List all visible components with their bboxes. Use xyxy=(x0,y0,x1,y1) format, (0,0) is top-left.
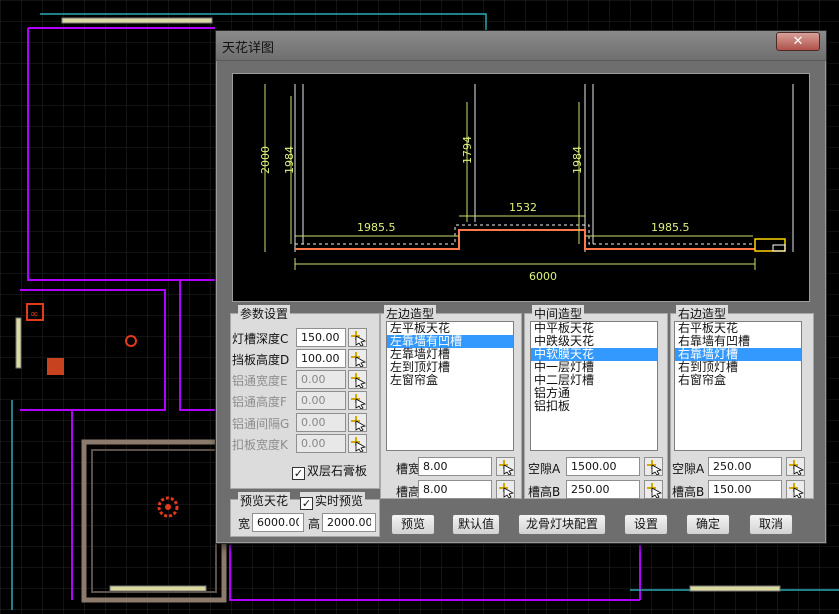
realtime-preview-label: 实时预览 xyxy=(315,494,364,508)
dim-left-width: 1985.5 xyxy=(357,221,396,234)
keel-light-config-button[interactable]: 龙骨灯块配置 xyxy=(518,514,606,535)
pick-point-icon[interactable] xyxy=(786,457,805,476)
dim-right-width: 1985.5 xyxy=(651,221,690,234)
pick-point-icon[interactable] xyxy=(644,457,663,476)
checkbox-checked-icon: ✓ xyxy=(300,497,313,510)
dialog-title: 天花详图 xyxy=(222,41,275,56)
pick-point-icon[interactable] xyxy=(348,349,367,368)
param-field-d[interactable] xyxy=(296,349,346,368)
left-style-list[interactable]: 左平板天花 左靠墙有凹槽 左靠墙灯槽 左到顶灯槽 左窗帘盒 xyxy=(386,321,514,451)
pick-point-icon xyxy=(348,434,367,453)
preview-ceiling-title: 预览天花 xyxy=(238,492,291,509)
dim-height-total: 2000 xyxy=(259,146,272,174)
dim-total-width: 6000 xyxy=(529,270,557,283)
pick-point-icon[interactable] xyxy=(786,480,805,499)
right-style-list[interactable]: 右平板天花 右靠墙有凹槽 右靠墙灯槽 右到顶灯槽 右窗帘盒 xyxy=(674,321,802,451)
left-style-title: 左边造型 xyxy=(384,305,437,322)
list-item[interactable]: 左窗帘盒 xyxy=(387,374,513,387)
double-gypsum-checkbox[interactable]: ✓ 双层石膏板 xyxy=(292,462,368,480)
default-values-button[interactable]: 默认值 xyxy=(452,514,500,535)
right-groove-height-field[interactable] xyxy=(708,480,782,499)
svg-text:∞: ∞ xyxy=(30,309,38,320)
left-groove-height-field[interactable] xyxy=(418,480,492,499)
pick-point-icon[interactable] xyxy=(644,480,663,499)
ok-button[interactable]: 确定 xyxy=(686,514,730,535)
mid-field2-label: 槽高B xyxy=(528,485,561,499)
title-bar[interactable]: 天花详图 ✕ xyxy=(216,31,826,61)
preview-button[interactable]: 预览 xyxy=(391,514,435,535)
param-label-c: 灯槽深度C xyxy=(232,332,289,346)
param-field-c[interactable] xyxy=(296,328,346,347)
checkbox-checked-icon: ✓ xyxy=(292,467,305,480)
realtime-preview-checkbox[interactable]: ✓ 实时预览 xyxy=(300,492,366,510)
mid-groove-height-field[interactable] xyxy=(566,480,640,499)
right-gap-field[interactable] xyxy=(708,457,782,476)
dim-left-wall: 1984 xyxy=(283,146,296,174)
ceiling-detail-dialog: 天花详图 ✕ 2000 1984 1794 1984 1985.5 1532 1… xyxy=(215,30,827,544)
left-groove-width-field[interactable] xyxy=(418,457,492,476)
dim-right-wall: 1984 xyxy=(571,146,584,174)
right-style-title: 右边造型 xyxy=(676,305,729,322)
pick-point-icon xyxy=(348,370,367,389)
height-field[interactable] xyxy=(322,513,376,532)
mid-field1-label: 空隙A xyxy=(528,462,561,476)
param-field-e xyxy=(296,370,346,389)
dim-mid-width: 1532 xyxy=(509,201,537,214)
cancel-button[interactable]: 取消 xyxy=(749,514,793,535)
param-label-f: 铝通高度F xyxy=(232,395,287,409)
param-field-k xyxy=(296,434,346,453)
mid-gap-field[interactable] xyxy=(566,457,640,476)
mid-style-title: 中间造型 xyxy=(532,305,585,322)
mid-style-list[interactable]: 中平板天花 中跌级天花 中软膜天花 中一层灯槽 中二层灯槽 铝方通 铝扣板 xyxy=(530,321,658,451)
pick-point-icon xyxy=(348,391,367,410)
close-button[interactable]: ✕ xyxy=(776,32,820,51)
param-field-g xyxy=(296,413,346,432)
param-label-d: 挡板高度D xyxy=(232,353,290,367)
width-label: 宽 xyxy=(238,517,251,531)
param-label-e: 铝通宽度E xyxy=(232,374,288,388)
param-label-k: 扣板宽度K xyxy=(232,438,288,452)
param-label-g: 铝通间隔G xyxy=(232,417,290,431)
settings-button[interactable]: 设置 xyxy=(624,514,668,535)
right-field1-label: 空隙A xyxy=(672,462,705,476)
list-item[interactable]: 右窗帘盒 xyxy=(675,374,801,387)
param-field-f xyxy=(296,391,346,410)
list-item[interactable]: 铝扣板 xyxy=(531,400,657,413)
double-gypsum-label: 双层石膏板 xyxy=(307,464,368,478)
right-field2-label: 槽高B xyxy=(672,485,705,499)
close-icon: ✕ xyxy=(792,34,804,49)
dim-mid-wall: 1794 xyxy=(461,136,474,164)
pick-point-icon[interactable] xyxy=(496,480,515,499)
pick-point-icon[interactable] xyxy=(496,457,515,476)
height-label: 高 xyxy=(308,517,321,531)
width-field[interactable] xyxy=(252,513,304,532)
params-group-title: 参数设置 xyxy=(238,305,291,322)
ceiling-preview-canvas: 2000 1984 1794 1984 1985.5 1532 1985.5 6… xyxy=(232,73,810,302)
pick-point-icon xyxy=(348,413,367,432)
pick-point-icon[interactable] xyxy=(348,328,367,347)
